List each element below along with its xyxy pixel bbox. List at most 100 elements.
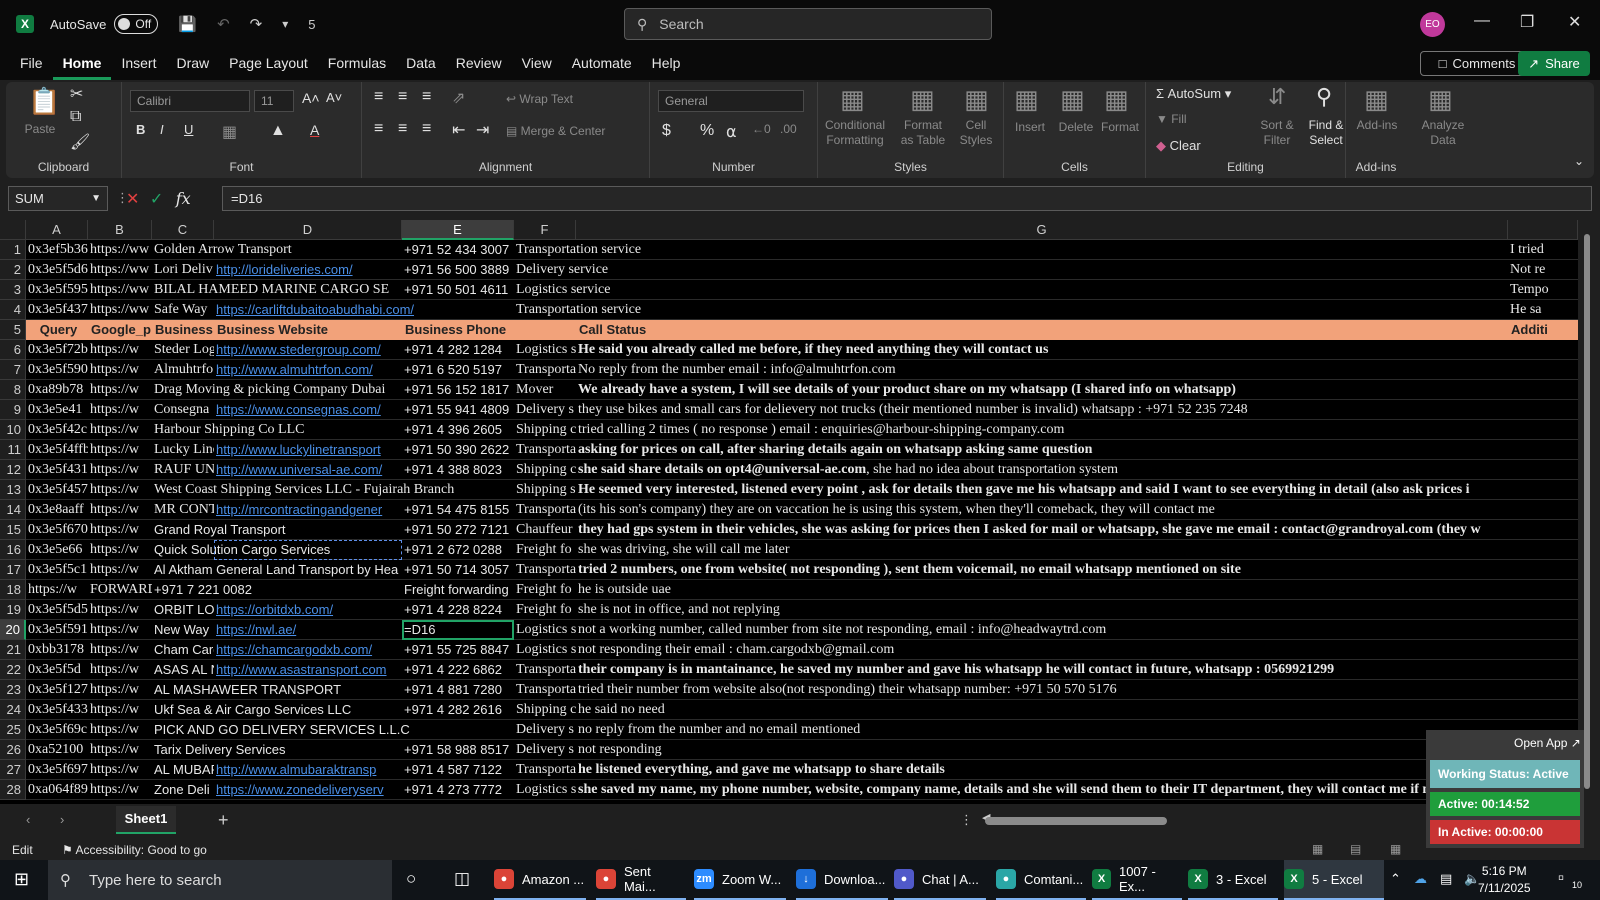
cell-c20[interactable]: New Way (152, 620, 214, 640)
cell-e26[interactable]: +971 58 988 8517 (402, 740, 514, 760)
fill-color-icon[interactable]: ▲ (270, 122, 286, 140)
menu-automate[interactable]: Automate (562, 48, 642, 80)
autosum-button[interactable]: Σ AutoSum ▾ (1156, 86, 1231, 101)
cell-e10[interactable]: +971 4 396 2605 (402, 420, 514, 440)
insert-function-icon[interactable]: fx (176, 189, 191, 208)
close-icon[interactable]: ✕ (1568, 12, 1581, 32)
cell-c22[interactable]: ASAS AL N (152, 660, 214, 680)
cell-d7[interactable]: http://www.almuhtrfon.com/ (214, 360, 402, 380)
cell-e12[interactable]: +971 4 388 8023 (402, 460, 514, 480)
cell-styles-button[interactable]: Cell Styles (956, 118, 996, 148)
format-painter-icon[interactable]: 🖌 (70, 132, 90, 152)
save-icon[interactable]: 💾 (178, 15, 197, 33)
row-header-28[interactable]: 28 (0, 780, 26, 800)
bold-icon[interactable]: B (136, 122, 145, 137)
cell-a11[interactable]: 0x3e5f4ffb (26, 440, 88, 460)
cell-f7[interactable]: Transporta (514, 360, 576, 380)
increase-indent-icon[interactable]: ⇥ (476, 120, 489, 140)
cell-a19[interactable]: 0x3e5f5d5 (26, 600, 88, 620)
tab-options-icon[interactable]: ⋮ (960, 812, 973, 828)
cell-c11[interactable]: Lucky Line (152, 440, 214, 460)
cell-f2[interactable]: Delivery service (514, 260, 1508, 280)
cell-b18[interactable]: FORWARD FREIGHT L (88, 580, 152, 600)
middle-align-icon[interactable]: ≡ (398, 88, 407, 106)
cell-b13[interactable]: https://w (88, 480, 152, 500)
find-select-icon[interactable]: ⚲ (1316, 84, 1332, 110)
cell-a9[interactable]: 0x3e5e41 (26, 400, 88, 420)
minimize-icon[interactable]: — (1474, 12, 1490, 30)
page-break-view-icon[interactable]: ▦ (1390, 842, 1401, 856)
taskbar-app-4[interactable]: ↓ Downloa... (796, 860, 888, 900)
cell-f13[interactable]: Shipping s (514, 480, 576, 500)
paste-button[interactable]: Paste (22, 122, 58, 137)
header-cell-e[interactable]: Business Phone (402, 320, 514, 340)
align-right-icon[interactable]: ≡ (422, 120, 431, 138)
cell-g10[interactable]: tried calling 2 times ( no response ) em… (576, 420, 1578, 440)
cell-b25[interactable]: https://w (88, 720, 152, 740)
insert-cells-icon[interactable]: ▦ (1014, 84, 1039, 115)
row-header-8[interactable]: 8 (0, 380, 26, 400)
menu-formulas[interactable]: Formulas (318, 48, 396, 80)
share-button[interactable]: ↗ Share (1518, 51, 1590, 76)
cell-a26[interactable]: 0xa52100 (26, 740, 88, 760)
cell-g9[interactable]: they use bikes and small cars for deliev… (576, 400, 1578, 420)
cell-a20[interactable]: 0x3e5f591 (26, 620, 88, 640)
formula-input[interactable]: =D16 (222, 186, 1592, 211)
cell-b6[interactable]: https://w (88, 340, 152, 360)
cell-d11[interactable]: http://www.luckylinetransport (214, 440, 402, 460)
name-box[interactable]: SUM ▼ (8, 186, 108, 211)
cell-b22[interactable]: https://w (88, 660, 152, 680)
cell-f9[interactable]: Delivery s (514, 400, 576, 420)
cell-b9[interactable]: https://w (88, 400, 152, 420)
cell-c8[interactable]: Drag Moving & picking Company Dubai (152, 380, 402, 400)
cell-d21[interactable]: https://chamcargodxb.com/ (214, 640, 402, 660)
cell-a22[interactable]: 0x3e5f5d (26, 660, 88, 680)
row-header-25[interactable]: 25 (0, 720, 26, 740)
cell-g14[interactable]: (its his son's company) they are on vacc… (576, 500, 1578, 520)
cell-e19[interactable]: +971 4 228 8224 (402, 600, 514, 620)
row-header-27[interactable]: 27 (0, 760, 26, 780)
cell-f4[interactable]: Transportation service (514, 300, 1508, 320)
cell-e16[interactable]: +971 2 672 0288 (402, 540, 514, 560)
cell-e14[interactable]: +971 54 475 8155 (402, 500, 514, 520)
cell-b28[interactable]: https://w (88, 780, 152, 800)
cell-g22[interactable]: their company is in mantainance, he save… (576, 660, 1578, 680)
cell-d19[interactable]: https://orbitdxb.com/ (214, 600, 402, 620)
horizontal-scroll-thumb[interactable] (985, 817, 1167, 825)
conditional-formatting-icon[interactable]: ▦ (840, 84, 865, 115)
row-header-3[interactable]: 3 (0, 280, 26, 300)
cell-a4[interactable]: 0x3e5f437 (26, 300, 88, 320)
cell-e1[interactable]: +971 52 434 3007 (402, 240, 514, 260)
cell-b27[interactable]: https://w (88, 760, 152, 780)
row-header-20[interactable]: 20 (0, 620, 26, 640)
cell-a24[interactable]: 0x3e5f433 (26, 700, 88, 720)
format-as-table-button[interactable]: Format as Table (898, 118, 948, 148)
cell-a10[interactable]: 0x3e5f42c (26, 420, 88, 440)
cell-c28[interactable]: Zone Deli (152, 780, 214, 800)
comma-icon[interactable]: ⍺ (726, 122, 737, 142)
cell-f6[interactable]: Logistics s (514, 340, 576, 360)
menu-home[interactable]: Home (52, 48, 112, 80)
cell-b16[interactable]: https://w (88, 540, 152, 560)
conditional-formatting-button[interactable]: Conditional Formatting (818, 118, 892, 148)
cell-a3[interactable]: 0x3e5f595 (26, 280, 88, 300)
system-clock[interactable]: 5:16 PM 7/11/2025 (1478, 863, 1531, 897)
spreadsheet-grid[interactable]: A B C D E F G 1 0x3ef5b36 https://ww Golden Arrow … (0, 220, 1578, 804)
row-header-2[interactable]: 2 (0, 260, 26, 280)
cell-b14[interactable]: https://w (88, 500, 152, 520)
cell-b24[interactable]: https://w (88, 700, 152, 720)
cancel-icon[interactable]: ✕ (126, 191, 139, 208)
row-header-5[interactable]: 5 (0, 320, 26, 340)
analyze-data-button[interactable]: Analyze Data (1416, 118, 1470, 148)
cell-c4[interactable]: Safe Way (152, 300, 214, 320)
cell-b26[interactable]: https://w (88, 740, 152, 760)
cell-g18[interactable]: he is outside uae (576, 580, 1578, 600)
cell-g23[interactable]: tried their number from website also(not… (576, 680, 1578, 700)
cell-f16[interactable]: Freight fo (514, 540, 576, 560)
cell-e15[interactable]: +971 50 272 7121 (402, 520, 514, 540)
row-header-15[interactable]: 15 (0, 520, 26, 540)
cell-a12[interactable]: 0x3e5f431 (26, 460, 88, 480)
cortana-icon[interactable]: ○ (406, 869, 416, 889)
cell-b17[interactable]: https://w (88, 560, 152, 580)
row-header-12[interactable]: 12 (0, 460, 26, 480)
